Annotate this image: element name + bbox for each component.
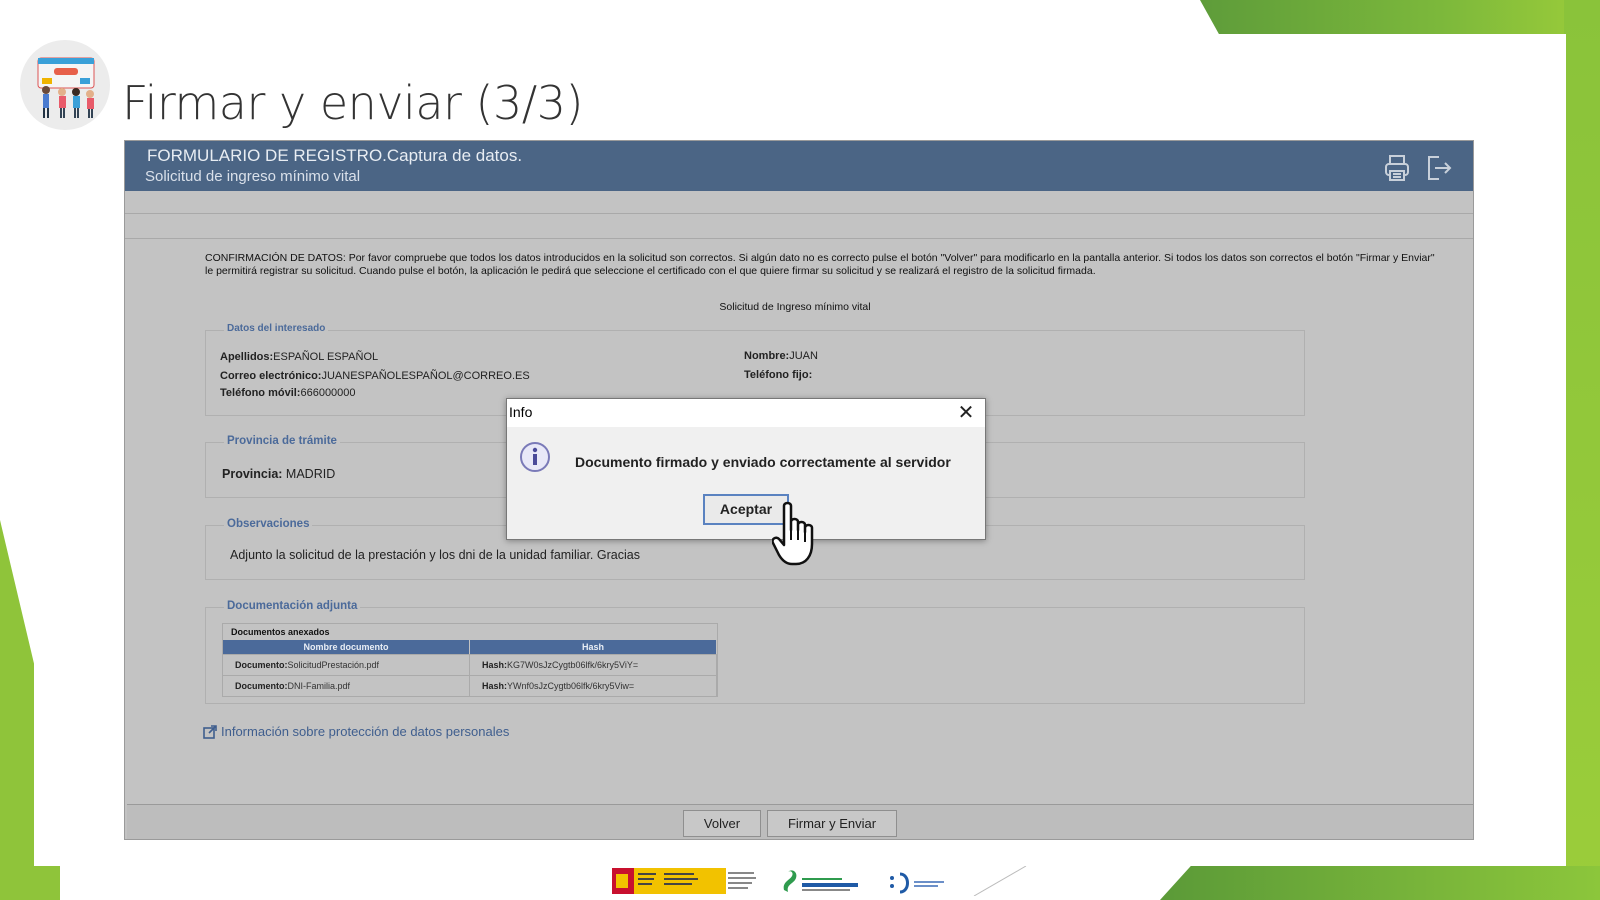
apellidos-value: ESPAÑOL ESPAÑOL xyxy=(273,351,379,363)
form-header-title: FORMULARIO DE REGISTRO.Captura de datos. xyxy=(147,146,523,165)
correo-label: Correo electrónico: xyxy=(220,370,322,382)
institutional-logos xyxy=(612,865,1032,897)
hash-label: Hash: xyxy=(482,660,508,670)
section-legend: Provincia de trámite xyxy=(224,435,340,447)
hash-label: Hash: xyxy=(482,681,508,691)
confirmation-text: CONFIRMACIÓN DE DATOS: Por favor comprue… xyxy=(205,252,1435,277)
nombre-field: Nombre:JUAN xyxy=(744,350,818,362)
movil-value: 666000000 xyxy=(300,387,356,399)
correo-field: Correo electrónico:JUANESPAÑOLESPAÑOL@CO… xyxy=(220,370,530,382)
hash-value: KG7W0sJzCygtb06lfk/6kry5ViY= xyxy=(507,660,639,670)
column-header: Nombre documento xyxy=(223,640,470,654)
close-icon[interactable]: ✕ xyxy=(955,402,977,424)
table-cell: Documento:DNI-Familia.pdf xyxy=(223,676,470,696)
form-header-subtitle: Solicitud de ingreso mínimo vital xyxy=(145,168,361,185)
table-row: Documento:DNI-Familia.pdf Hash:YWnf0sJzC… xyxy=(223,675,717,696)
telefono-fijo-field: Teléfono fijo: xyxy=(744,369,812,381)
privacy-link-text: Información sobre protección de datos pe… xyxy=(221,724,510,739)
section-legend: Documentación adjunta xyxy=(224,600,361,612)
section-documentacion: Documentación adjunta Documentos anexado… xyxy=(205,600,1305,704)
hand-cursor-icon xyxy=(771,500,838,572)
documents-table-caption: Documentos anexados xyxy=(231,627,330,637)
telefono-fijo-label: Teléfono fijo: xyxy=(744,369,813,381)
divider xyxy=(125,213,1473,214)
slide-title: Firmar y enviar (3/3) xyxy=(122,76,583,130)
divider xyxy=(125,238,1473,239)
form-heading: Solicitud de Ingreso mínimo vital xyxy=(719,301,871,313)
volver-button[interactable]: Volver xyxy=(683,810,761,837)
table-row: Documento:SolicitudPrestación.pdf Hash:K… xyxy=(223,654,717,675)
movil-label: Teléfono móvil: xyxy=(220,387,301,399)
table-cell: Documento:SolicitudPrestación.pdf xyxy=(223,655,470,675)
hash-value: YWnf0sJzCygtb06lfk/6kry5Viw= xyxy=(507,681,635,691)
form-header: FORMULARIO DE REGISTRO.Captura de datos.… xyxy=(125,141,1473,191)
column-header: Hash xyxy=(470,640,717,654)
exit-icon[interactable] xyxy=(1425,153,1453,183)
dialog-message: Documento firmado y enviado correctament… xyxy=(575,454,951,470)
form-footer: Volver Firmar y Enviar xyxy=(127,804,1473,839)
document-label: Documento: xyxy=(235,660,288,670)
table-cell: Hash:KG7W0sJzCygtb06lfk/6kry5ViY= xyxy=(470,655,717,675)
green-decoration-right xyxy=(1564,0,1600,900)
documents-table: Documentos anexados Nombre documento Has… xyxy=(222,623,718,697)
provincia-value: MADRID xyxy=(285,467,336,481)
nombre-label: Nombre: xyxy=(744,350,790,362)
gobierno-logo xyxy=(612,868,758,894)
apellidos-field: Apellidos:ESPAÑOL ESPAÑOL xyxy=(220,351,378,363)
apellidos-label: Apellidos: xyxy=(220,351,274,363)
info-dialog: Info ✕ Documento firmado y enviado corre… xyxy=(506,398,986,540)
green-decoration-bottom-right xyxy=(1160,866,1600,900)
provincia-label: Provincia: xyxy=(222,467,283,481)
table-header: Nombre documento Hash xyxy=(223,640,717,654)
nombre-value: JUAN xyxy=(789,350,818,362)
table-cell: Hash:YWnf0sJzCygtb06lfk/6kry5Viw= xyxy=(470,676,717,696)
printer-icon[interactable] xyxy=(1383,153,1411,183)
document-name: SolicitudPrestación.pdf xyxy=(287,660,380,670)
provincia-field: Provincia: MADRID xyxy=(222,467,335,481)
green-decoration-top xyxy=(1200,0,1600,36)
privacy-info-link[interactable]: Información sobre protección de datos pe… xyxy=(203,724,509,739)
section-legend: Datos del interesado xyxy=(224,323,329,334)
document-label: Documento: xyxy=(235,681,288,691)
people-illustration-icon xyxy=(20,40,110,130)
info-icon xyxy=(519,441,551,473)
firmar-enviar-button[interactable]: Firmar y Enviar xyxy=(767,810,897,837)
section-legend: Observaciones xyxy=(224,518,313,530)
green-decoration-bottom-left xyxy=(0,862,60,900)
dialog-titlebar: Info ✕ xyxy=(507,399,985,427)
movil-field: Teléfono móvil:666000000 xyxy=(220,387,356,399)
decorative-line xyxy=(972,865,1028,897)
external-link-icon xyxy=(203,724,217,739)
inclusion-logo xyxy=(888,872,948,894)
observaciones-text: Adjunto la solicitud de la prestación y … xyxy=(230,548,640,562)
seguridad-social-logo xyxy=(780,868,864,896)
correo-value: JUANESPAÑOLESPAÑOL@CORREO.ES xyxy=(321,370,530,382)
dialog-title: Info xyxy=(509,404,533,420)
document-name: DNI-Familia.pdf xyxy=(287,681,351,691)
